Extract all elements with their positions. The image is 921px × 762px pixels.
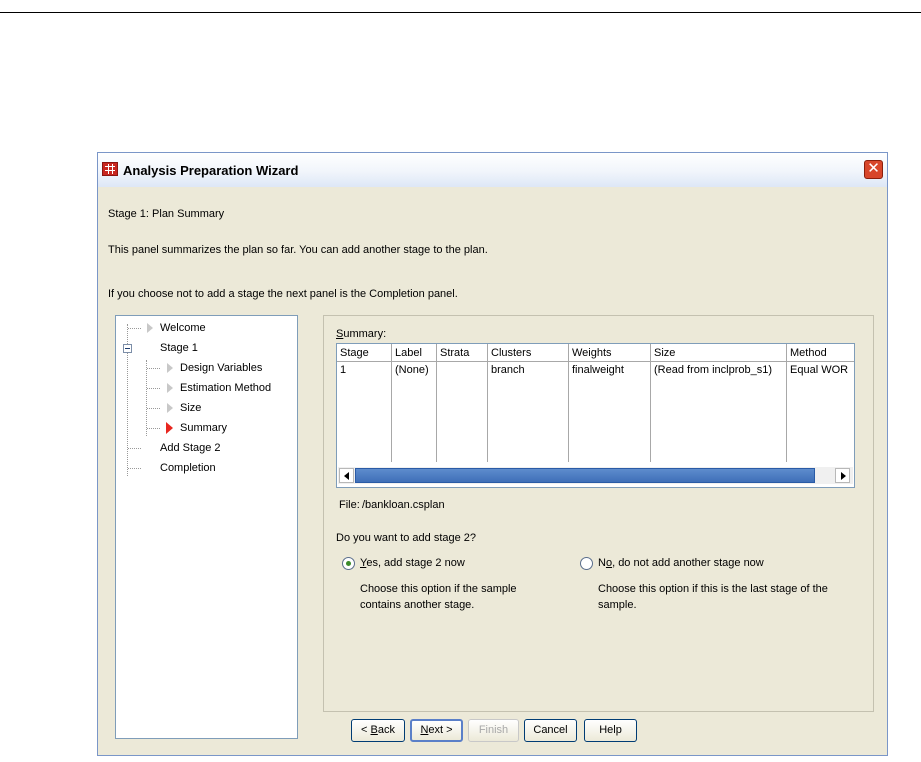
help-button[interactable]: Help (584, 719, 637, 742)
window-title: Analysis Preparation Wizard (123, 163, 299, 178)
close-icon[interactable]: ✕ (864, 160, 883, 179)
yes-option-hint-line-1: Choose this option if the sample (360, 583, 517, 595)
column-header[interactable]: Stage (337, 344, 392, 362)
tree-item-stage-1[interactable]: Stage 1 (160, 340, 198, 356)
table-cell[interactable] (437, 362, 488, 378)
table-cell[interactable]: finalweight (569, 362, 651, 378)
stage-title: Stage 1: Plan Summary (108, 208, 225, 220)
table-cell[interactable]: (Read from inclprob_s1) (651, 362, 787, 378)
next-button[interactable]: Next > (410, 719, 463, 742)
wizard-dialog: Analysis Preparation Wizard ✕ Stage 1: P… (97, 152, 888, 756)
table-cell[interactable]: (None) (392, 362, 437, 378)
current-step-arrow-icon (166, 422, 173, 434)
add-stage-question: Do you want to add stage 2? (336, 532, 477, 544)
scroll-right-icon[interactable] (835, 468, 850, 483)
step-marker-icon (147, 323, 153, 333)
column-header[interactable]: Clusters (488, 344, 569, 362)
scroll-thumb[interactable] (355, 468, 815, 483)
step-marker-icon (167, 403, 173, 413)
column-header[interactable]: Weights (569, 344, 651, 362)
step-marker-icon (167, 383, 173, 393)
table-cell[interactable]: branch (488, 362, 569, 378)
tree-item-design-variables[interactable]: Design Variables (180, 360, 262, 376)
horizontal-scrollbar[interactable] (338, 467, 853, 484)
table-cell[interactable]: Equal WOR (787, 362, 854, 378)
tree-item-summary[interactable]: Summary (180, 420, 227, 436)
cancel-button[interactable]: Cancel (524, 719, 577, 742)
no-radio[interactable] (580, 557, 593, 570)
yes-radio[interactable] (342, 557, 355, 570)
collapse-icon[interactable] (123, 344, 132, 353)
tree-item-size[interactable]: Size (180, 400, 201, 416)
summary-label: Summary: (336, 328, 387, 340)
spreadsheet-app-icon (102, 162, 118, 176)
wizard-steps-tree: Welcome Stage 1 Design Variables Estimat… (115, 315, 298, 739)
page-top-rule (0, 12, 921, 13)
no-option-hint-line-1: Choose this option if this is the last s… (598, 583, 828, 595)
yes-option-label[interactable]: Yes, add stage 2 now (360, 557, 465, 569)
tree-item-welcome[interactable]: Welcome (160, 320, 206, 336)
completion-note: If you choose not to add a stage the nex… (108, 288, 458, 300)
column-header[interactable]: Method (787, 344, 854, 362)
table-cell[interactable]: 1 (337, 362, 392, 378)
finish-button[interactable]: Finish (468, 719, 519, 742)
tree-item-add-stage-2[interactable]: Add Stage 2 (160, 440, 221, 456)
back-button[interactable]: < Back (351, 719, 405, 742)
scroll-left-icon[interactable] (339, 468, 354, 483)
title-bar[interactable]: Analysis Preparation Wizard ✕ (98, 153, 887, 187)
step-marker-icon (167, 363, 173, 373)
panel-description: This panel summarizes the plan so far. Y… (108, 244, 488, 256)
column-header[interactable]: Label (392, 344, 437, 362)
no-option-hint-line-2: sample. (598, 599, 637, 611)
no-option-label[interactable]: No, do not add another stage now (598, 557, 764, 569)
tree-item-completion[interactable]: Completion (160, 460, 216, 476)
file-path: /bankloan.csplan (362, 499, 445, 511)
summary-table[interactable]: Stage Label Strata Clusters Weights Size… (336, 343, 855, 488)
column-header[interactable]: Size (651, 344, 787, 362)
tree-item-estimation-method[interactable]: Estimation Method (180, 380, 271, 396)
yes-option-hint-line-2: contains another stage. (360, 599, 475, 611)
file-label: File: (339, 499, 360, 511)
column-header[interactable]: Strata (437, 344, 488, 362)
